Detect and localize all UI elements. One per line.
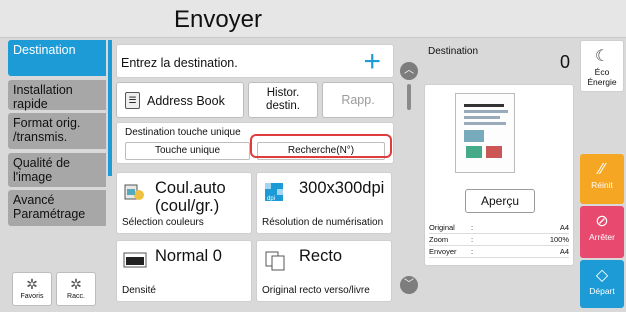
touche-unique-button[interactable]: Touche unique [125, 142, 250, 160]
touche-unique-heading: Destination touche unique [125, 127, 241, 138]
depart-label: Départ [589, 286, 615, 296]
address-book-label: Address Book [147, 94, 225, 108]
svg-text:dpi: dpi [267, 196, 275, 202]
plus-icon[interactable]: + [363, 45, 381, 79]
duplex-label: Original recto verso/livre [262, 285, 370, 296]
arreter-label: Arrêter [589, 232, 615, 242]
nav-item-installation-rapide[interactable]: Installation rapide [8, 80, 106, 111]
nav-scrollbar[interactable] [108, 40, 112, 176]
resolution-label: Résolution de numérisation [262, 217, 384, 228]
zoom-key: Zoom [429, 235, 449, 244]
color-selection-value: Coul.auto (coul/gr.) [155, 179, 226, 215]
address-book-button[interactable]: ☰ Address Book [116, 82, 244, 118]
preview-panel: Aperçu Original : A4 Zoom : 100% Envoyer… [424, 84, 574, 266]
document-thumbnail [455, 93, 515, 173]
gear-icon: ✲ [70, 276, 82, 292]
nav-item-destination[interactable]: Destination [8, 40, 106, 76]
original-sep: : [471, 223, 474, 232]
duplex-value: Recto [299, 247, 343, 265]
destination-placeholder: Entrez la destination. [121, 56, 238, 70]
gear-icon: ✲ [26, 276, 38, 292]
scroll-down-button[interactable]: ﹀ [400, 276, 418, 294]
racc-label: Racc. [67, 293, 85, 300]
favoris-label: Favoris [20, 293, 44, 300]
envoyer-key: Envoyer [429, 247, 457, 256]
envoyer-sep: : [471, 247, 474, 256]
eco-energie-label: Éco Énergie [587, 67, 617, 87]
density-value: Normal 0 [155, 247, 222, 265]
address-book-icon: ☰ [125, 92, 140, 109]
recherche-highlight [250, 134, 392, 158]
nav-item-format-orig[interactable]: Format orig. /transmis. [8, 113, 106, 149]
zoom-sep: : [471, 235, 474, 244]
center-scrollbar[interactable] [407, 84, 411, 110]
favoris-button[interactable]: ✲ Favoris [12, 272, 52, 306]
stop-icon: ⊘ [595, 213, 609, 230]
reset-icon: ∕∕ [599, 161, 605, 178]
apercu-button[interactable]: Aperçu [465, 189, 535, 213]
reinit-label: Réinit [591, 180, 613, 190]
resolution-icon: dpi [265, 183, 283, 202]
history-destination-button[interactable]: Histor. destin. [248, 82, 318, 118]
resolution-tile[interactable]: dpi 300x300dpi Résolution de numérisatio… [256, 172, 392, 234]
nav-item-qualite-image[interactable]: Qualité de l'image [8, 153, 106, 187]
eco-energie-button[interactable]: ☾ Éco Énergie [580, 40, 624, 92]
destination-count-label: Destination [428, 46, 479, 57]
zoom-value: 100% [549, 235, 569, 244]
density-label: Densité [122, 285, 156, 296]
resolution-value: 300x300dpi [299, 179, 385, 197]
zoom-row: Zoom : 100% [429, 235, 569, 246]
density-icon [123, 252, 147, 268]
original-key: Original [429, 223, 455, 232]
rapp-button[interactable]: Rapp. [322, 82, 394, 118]
simplex-icon [265, 251, 285, 271]
color-selection-tile[interactable]: Coul.auto (coul/gr.) Sélection couleurs [116, 172, 252, 234]
envoyer-row: Envoyer : A4 [429, 247, 569, 258]
moon-icon: ☾ [594, 48, 610, 65]
depart-button[interactable]: ◇ Départ [580, 260, 624, 308]
racc-button[interactable]: ✲ Racc. [56, 272, 96, 306]
original-value: A4 [559, 223, 569, 232]
duplex-tile[interactable]: Recto Original recto verso/livre [256, 240, 392, 302]
color-selection-icon [124, 184, 144, 200]
nav-item-avance-parametrage[interactable]: Avancé Paramétrage [8, 190, 106, 226]
page-title: Envoyer [173, 6, 263, 33]
envoyer-value: A4 [559, 247, 569, 256]
destination-count: 0 [560, 52, 571, 72]
reinit-button[interactable]: ∕∕ Réinit [580, 154, 624, 204]
start-icon: ◇ [595, 267, 609, 284]
color-selection-label: Sélection couleurs [122, 217, 204, 228]
original-row: Original : A4 [429, 223, 569, 234]
density-tile[interactable]: Normal 0 Densité [116, 240, 252, 302]
scroll-up-button[interactable]: ︿ [400, 62, 418, 80]
destination-input[interactable]: Entrez la destination. + [116, 44, 394, 78]
arreter-button[interactable]: ⊘ Arrêter [580, 206, 624, 258]
title-bar: Envoyer [0, 0, 626, 38]
